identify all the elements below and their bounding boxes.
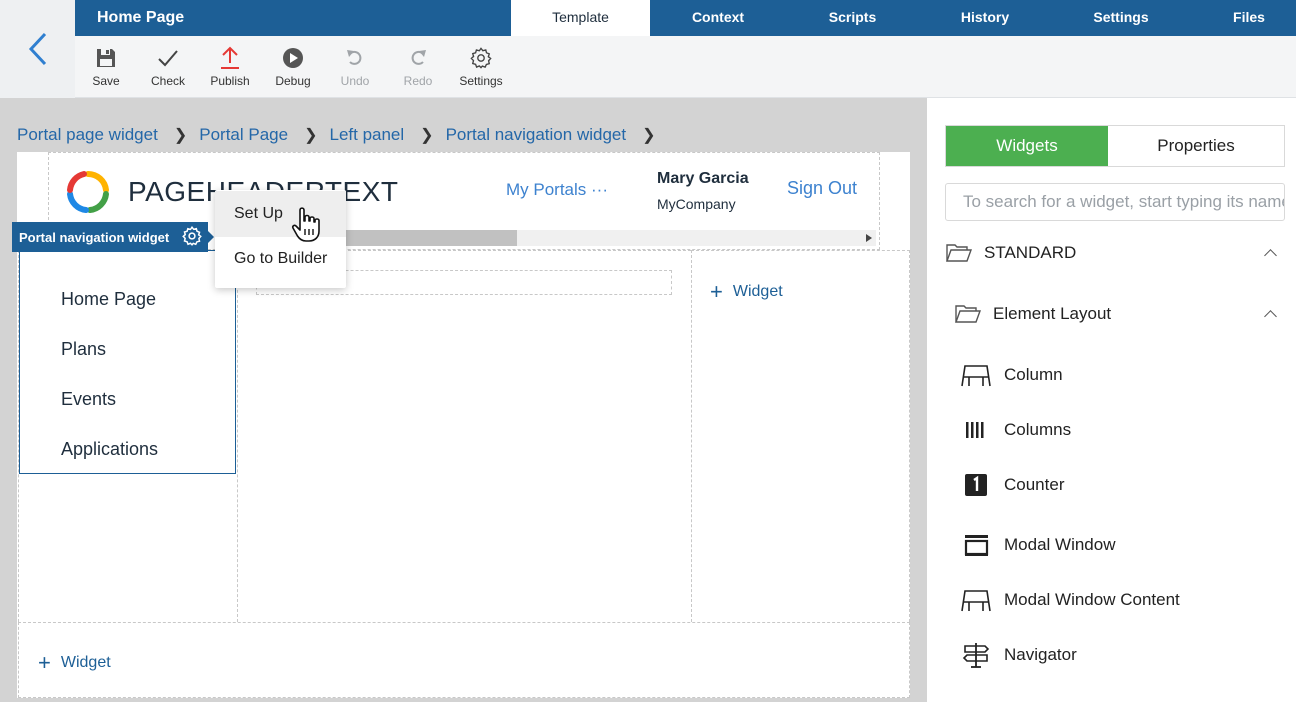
widget-label-text: Portal navigation widget (19, 229, 170, 245)
main-content-column[interactable] (238, 250, 691, 622)
widget-item-label: Modal Window Content (1004, 590, 1180, 609)
redo-icon (411, 50, 426, 65)
folder-open-icon (955, 305, 981, 323)
nav-item-plans[interactable]: Plans (61, 339, 106, 360)
group-standard-label: STANDARD (984, 243, 1077, 262)
editor-tabs: Template Context Scripts History Setting… (511, 0, 1296, 36)
group-standard[interactable]: STANDARD (946, 243, 1076, 263)
breadcrumb-item[interactable]: Portal page widget (17, 125, 158, 145)
chevron-right-icon: ❯ (173, 127, 188, 144)
save-label: Save (92, 74, 120, 88)
widget-item-column[interactable]: Column (960, 362, 1063, 388)
undo-label: Undo (340, 74, 370, 88)
bottom-zone[interactable] (18, 622, 910, 698)
widget-item-label: Modal Window (1004, 535, 1116, 554)
portal-logo-icon (67, 170, 109, 213)
breadcrumb-item[interactable]: Portal Page (199, 125, 288, 145)
selected-widget-label: Portal navigation widget (12, 222, 214, 252)
right-panel-column[interactable] (691, 250, 910, 622)
top-bar: Home Page Template Context Scripts Histo… (75, 0, 1296, 36)
plus-icon: + (710, 279, 723, 304)
back-button[interactable] (0, 0, 75, 98)
upload-icon (221, 46, 239, 69)
toolbar: Save Check Publish Debug Undo Redo Setti… (75, 36, 1296, 98)
widget-item-modal-window-content[interactable]: Modal Window Content (960, 587, 1180, 613)
widget-item-navigator[interactable]: Navigator (960, 642, 1077, 668)
tab-widgets[interactable]: Widgets (946, 126, 1108, 166)
nav-item-events[interactable]: Events (61, 389, 116, 410)
folder-open-icon (946, 244, 972, 262)
publish-label: Publish (210, 74, 250, 88)
gear-icon (470, 47, 492, 69)
widget-search-input[interactable] (945, 183, 1285, 221)
tab-settings[interactable]: Settings (1051, 0, 1191, 36)
debug-button[interactable]: Debug (262, 36, 324, 98)
play-circle-icon (283, 48, 303, 68)
widget-item-modal-window[interactable]: Modal Window (960, 532, 1116, 558)
tab-template[interactable]: Template (511, 0, 650, 36)
widget-item-columns[interactable]: Columns (960, 417, 1071, 443)
undo-button[interactable]: Undo (324, 36, 386, 98)
chevron-right-icon: ❯ (420, 127, 434, 144)
widget-context-menu: Set Up Go to Builder (215, 190, 346, 288)
add-widget-button[interactable]: + Widget (710, 281, 783, 303)
widget-item-label: Navigator (1004, 645, 1077, 664)
user-company: MyCompany (657, 196, 736, 212)
portal-navigation-widget[interactable]: Home Page Plans Events Applications (19, 250, 236, 474)
nav-item-applications[interactable]: Applications (61, 439, 158, 460)
chevron-left-icon (28, 32, 46, 66)
horizontal-scrollbar[interactable] (300, 230, 876, 246)
tab-files[interactable]: Files (1191, 0, 1296, 36)
user-name: Mary Garcia (657, 170, 749, 187)
check-button[interactable]: Check (137, 36, 199, 98)
debug-label: Debug (275, 74, 311, 88)
scroll-right-arrow-icon[interactable] (866, 234, 872, 242)
sign-out-link[interactable]: Sign Out (787, 178, 857, 199)
tab-properties[interactable]: Properties (1108, 126, 1284, 166)
widget-item-label: Column (1004, 365, 1063, 384)
settings-label: Settings (459, 74, 503, 88)
tab-scripts[interactable]: Scripts (786, 0, 919, 36)
breadcrumb: Portal page widget ❯ Portal Page ❯ Left … (17, 124, 668, 146)
settings-button[interactable]: Settings (450, 36, 512, 98)
group-element-layout[interactable]: Element Layout (955, 304, 1111, 324)
breadcrumb-item[interactable]: Portal navigation widget (446, 125, 627, 145)
nav-item-home-page[interactable]: Home Page (61, 289, 156, 310)
redo-button[interactable]: Redo (387, 36, 449, 98)
label-notch (208, 231, 214, 243)
add-widget-button[interactable]: + Widget (38, 652, 111, 674)
breadcrumb-item[interactable]: Left panel (329, 125, 404, 145)
my-portals-link[interactable]: My Portals ··· (506, 180, 608, 200)
save-button[interactable]: Save (75, 36, 137, 98)
add-widget-label: Widget (732, 283, 783, 300)
check-label: Check (150, 74, 185, 88)
tab-context[interactable]: Context (650, 0, 786, 36)
widget-item-label: Counter (1004, 475, 1065, 494)
column-icon (961, 365, 991, 387)
widget-settings-gear-icon[interactable] (182, 226, 202, 246)
modal-content-icon (961, 590, 991, 612)
plus-icon: + (38, 650, 51, 675)
tab-history[interactable]: History (919, 0, 1051, 36)
widget-item-label: Columns (1004, 420, 1072, 439)
page-title: Home Page (97, 9, 185, 26)
publish-button[interactable]: Publish (199, 36, 261, 98)
redo-label: Redo (403, 74, 433, 88)
checkmark-icon (158, 50, 178, 67)
menu-item-go-to-builder[interactable]: Go to Builder (215, 236, 346, 282)
undo-icon (347, 50, 362, 65)
signpost-icon (962, 643, 990, 668)
group-layout-label: Element Layout (993, 304, 1112, 323)
widget-item-counter[interactable]: Counter (960, 472, 1064, 498)
add-widget-label: Widget (60, 654, 111, 671)
columns-icon (966, 422, 984, 438)
counter-icon (965, 474, 987, 496)
chevron-right-icon: ❯ (304, 127, 318, 144)
save-icon (97, 49, 115, 67)
hand-cursor-icon (291, 207, 320, 242)
chevron-right-icon: ❯ (642, 127, 656, 144)
menu-item-set-up[interactable]: Set Up (215, 191, 346, 237)
panel-tabs: Widgets Properties (945, 125, 1285, 167)
modal-window-icon (964, 535, 989, 556)
